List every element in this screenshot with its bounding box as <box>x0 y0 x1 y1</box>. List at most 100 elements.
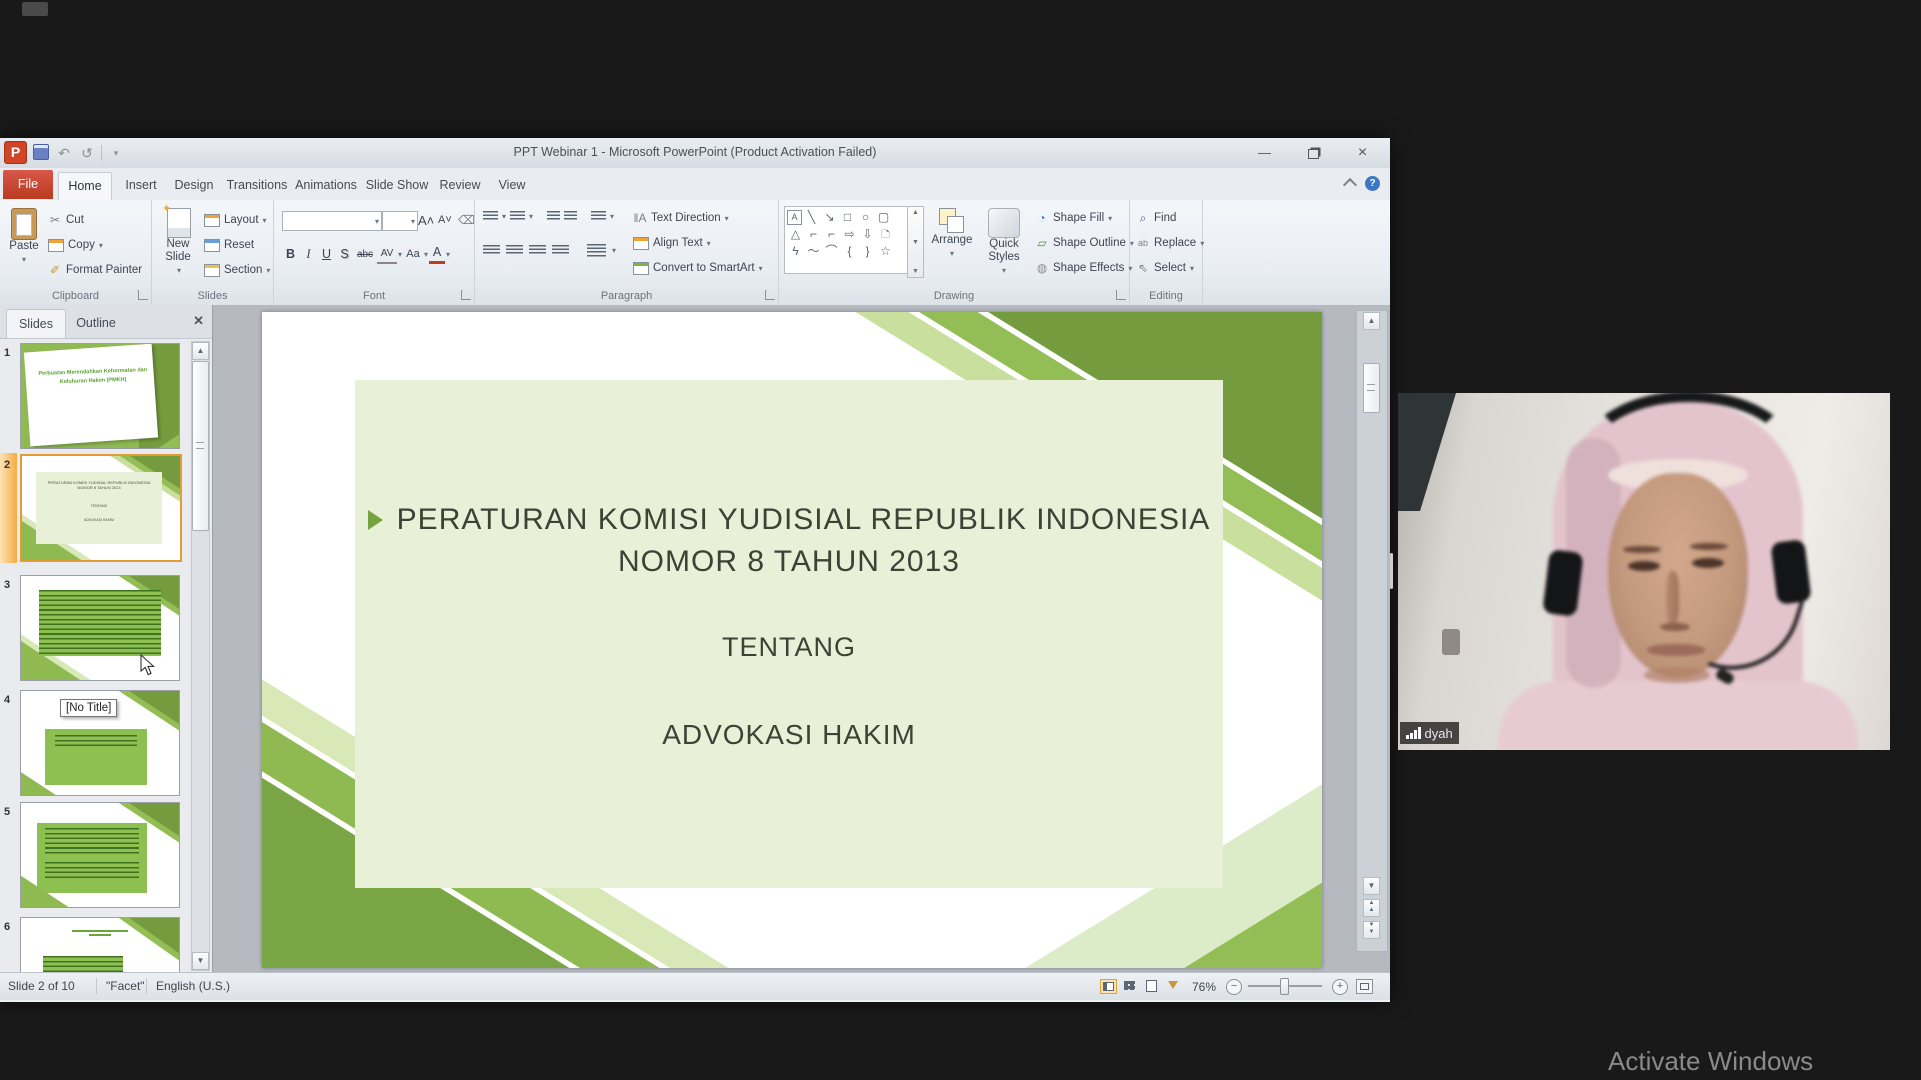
next-slide-button[interactable]: ▼ ▼ <box>1363 921 1380 939</box>
shrink-font-button[interactable]: A˅ <box>438 210 452 230</box>
tab-file[interactable]: File <box>3 170 53 199</box>
decrease-indent-icon[interactable] <box>547 211 561 222</box>
rectangle-shape-icon[interactable]: □ <box>839 209 856 226</box>
minimize-ribbon-icon[interactable] <box>1342 177 1358 193</box>
slide-sorter-view-button[interactable] <box>1122 979 1137 992</box>
help-icon[interactable]: ? <box>1365 176 1380 191</box>
panel-tab-outline[interactable]: Outline <box>66 309 126 337</box>
ellipse-shape-icon[interactable]: ○ <box>857 209 874 226</box>
triangle-shape-icon[interactable]: △ <box>787 226 804 243</box>
zoom-in-button[interactable]: + <box>1332 979 1348 995</box>
left-brace-shape-icon[interactable]: { <box>841 243 858 260</box>
line-shape-icon[interactable]: ╲ <box>803 209 820 226</box>
language-indicator[interactable]: English (U.S.) <box>156 979 230 993</box>
zoom-percentage[interactable]: 76% <box>1192 980 1216 994</box>
slide-text-tentang[interactable]: TENTANG <box>355 632 1223 663</box>
rounded-rectangle-shape-icon[interactable]: ▢ <box>875 209 892 226</box>
reset-button[interactable]: Reset <box>204 235 254 255</box>
italic-button[interactable]: I <box>300 246 317 263</box>
shape-fill-button[interactable]: ◔ Shape Fill ▾ <box>1035 208 1112 228</box>
right-brace-shape-icon[interactable]: } <box>859 243 876 260</box>
font-name-select[interactable]: ▾ <box>282 211 382 231</box>
select-button[interactable]: ⇖ Select ▾ <box>1136 258 1194 278</box>
paragraph-dialog-launcher[interactable] <box>765 290 775 300</box>
tab-slide-show[interactable]: Slide Show <box>362 172 432 199</box>
font-size-select[interactable]: ▾ <box>382 211 418 231</box>
gallery-down-icon[interactable]: ▼ <box>912 239 919 246</box>
restore-button[interactable] <box>1300 145 1327 163</box>
right-arrow-shape-icon[interactable]: ⇨ <box>841 226 858 243</box>
tab-animations[interactable]: Animations <box>292 172 360 199</box>
tab-home[interactable]: Home <box>58 172 112 200</box>
previous-slide-button[interactable]: ▲ ▲ <box>1363 899 1380 917</box>
section-button[interactable]: Section ▾ <box>204 260 270 280</box>
replace-button[interactable]: ab Replace ▾ <box>1136 233 1204 253</box>
zoom-out-button[interactable]: − <box>1226 979 1242 995</box>
minimize-button[interactable]: — <box>1251 145 1278 163</box>
shapes-gallery[interactable]: A ╲ ↘ □ ○ ▢ △ ⌐ ⌐ ⇨ ⇩ 🗅 ϟ ～ ⌒ {} ☆ <box>784 206 908 274</box>
slide-thumbnail-1[interactable]: Perbuatan Merendahkan Kehormatan dan Kel… <box>20 343 180 449</box>
align-text-button[interactable]: Align Text ▾ <box>633 233 711 253</box>
arrow-line-shape-icon[interactable]: ↘ <box>821 209 838 226</box>
bullets-icon[interactable] <box>483 211 498 222</box>
slide-content-box[interactable]: PERATURAN KOMISI YUDISIAL REPUBLIK INDON… <box>355 380 1223 888</box>
find-button[interactable]: ⌕ Find <box>1136 208 1177 228</box>
slide-show-view-button[interactable] <box>1166 979 1181 992</box>
slide-canvas[interactable]: PERATURAN KOMISI YUDISIAL REPUBLIK INDON… <box>262 312 1322 968</box>
align-right-icon[interactable] <box>529 245 546 256</box>
reading-view-button[interactable] <box>1144 979 1159 992</box>
line-spacing-icon[interactable] <box>591 211 607 222</box>
panel-close-icon[interactable]: ✕ <box>193 313 204 329</box>
tab-insert[interactable]: Insert <box>116 172 166 199</box>
editor-scroll-thumb[interactable] <box>1363 363 1380 413</box>
callout-shape-icon[interactable]: 🗅 <box>877 226 894 243</box>
slide-title-line2[interactable]: NOMOR 8 TAHUN 2013 <box>355 545 1223 579</box>
slide-title-line1[interactable]: PERATURAN KOMISI YUDISIAL REPUBLIK INDON… <box>355 503 1223 537</box>
align-left-icon[interactable] <box>483 245 500 256</box>
editor-scroll-down-icon[interactable]: ▼ <box>1363 877 1380 895</box>
tab-design[interactable]: Design <box>168 172 220 199</box>
meeting-scroll-indicator[interactable] <box>1390 553 1393 589</box>
slides-panel-scrollbar[interactable]: ▲ ▼ <box>191 341 210 971</box>
panel-scroll-up-icon[interactable]: ▲ <box>192 342 209 360</box>
title-bar[interactable]: P ↶ ↺ ▾ PPT Webinar 1 - Microsoft PowerP… <box>0 138 1390 169</box>
clear-formatting-button[interactable]: ⌫ <box>458 210 475 230</box>
character-spacing-button[interactable]: AV <box>377 245 397 264</box>
layout-button[interactable]: Layout ▾ <box>204 210 267 230</box>
editor-scrollbar[interactable]: ▲ ▼ ▲ ▲ ▼ ▼ <box>1356 310 1388 952</box>
drawing-dialog-launcher[interactable] <box>1116 290 1126 300</box>
shape-outline-button[interactable]: ▱ Shape Outline ▾ <box>1035 233 1134 253</box>
clipboard-dialog-launcher[interactable] <box>138 290 148 300</box>
tab-review[interactable]: Review <box>434 172 486 199</box>
elbow-arrow-connector-icon[interactable]: ⌐ <box>823 226 840 243</box>
fit-to-window-button[interactable] <box>1356 979 1373 994</box>
format-painter-button[interactable]: ✐ Format Painter <box>48 260 142 280</box>
change-case-button[interactable]: Aa <box>403 246 423 263</box>
bold-button[interactable]: B <box>282 246 299 263</box>
convert-smartart-button[interactable]: Convert to SmartArt ▾ <box>633 258 763 278</box>
font-color-button[interactable]: A <box>429 244 446 264</box>
shape-effects-button[interactable]: ◍ Shape Effects ▾ <box>1035 258 1133 278</box>
arrange-button[interactable]: Arrange ▾ <box>927 208 977 260</box>
align-center-icon[interactable] <box>506 245 523 256</box>
editor-scroll-up-icon[interactable]: ▲ <box>1363 312 1380 330</box>
tab-transitions[interactable]: Transitions <box>224 172 290 199</box>
text-box-shape-icon[interactable]: A <box>787 210 802 225</box>
theme-name[interactable]: "Facet" <box>106 979 145 993</box>
zoom-slider-thumb[interactable] <box>1280 978 1289 995</box>
close-button[interactable]: × <box>1349 145 1376 163</box>
slide-text-advokasi[interactable]: ADVOKASI HAKIM <box>355 719 1223 751</box>
new-slide-button[interactable]: ✦ New Slide ▾ <box>158 203 200 277</box>
text-shadow-button[interactable]: S <box>336 246 353 263</box>
panel-tab-slides[interactable]: Slides <box>6 309 66 338</box>
underline-button[interactable]: U <box>318 246 335 263</box>
numbering-icon[interactable] <box>510 211 526 222</box>
text-direction-button[interactable]: ‖A Text Direction ▾ <box>633 208 729 228</box>
normal-view-button[interactable] <box>1100 979 1117 994</box>
elbow-connector-icon[interactable]: ⌐ <box>805 226 822 243</box>
shapes-gallery-scroll[interactable]: ▲ ▼ ▼ <box>907 206 924 278</box>
grow-font-button[interactable]: A˄ <box>418 210 434 230</box>
columns-icon[interactable] <box>587 244 606 257</box>
justify-icon[interactable] <box>552 245 569 256</box>
slide-thumbnail-6[interactable] <box>20 917 180 973</box>
